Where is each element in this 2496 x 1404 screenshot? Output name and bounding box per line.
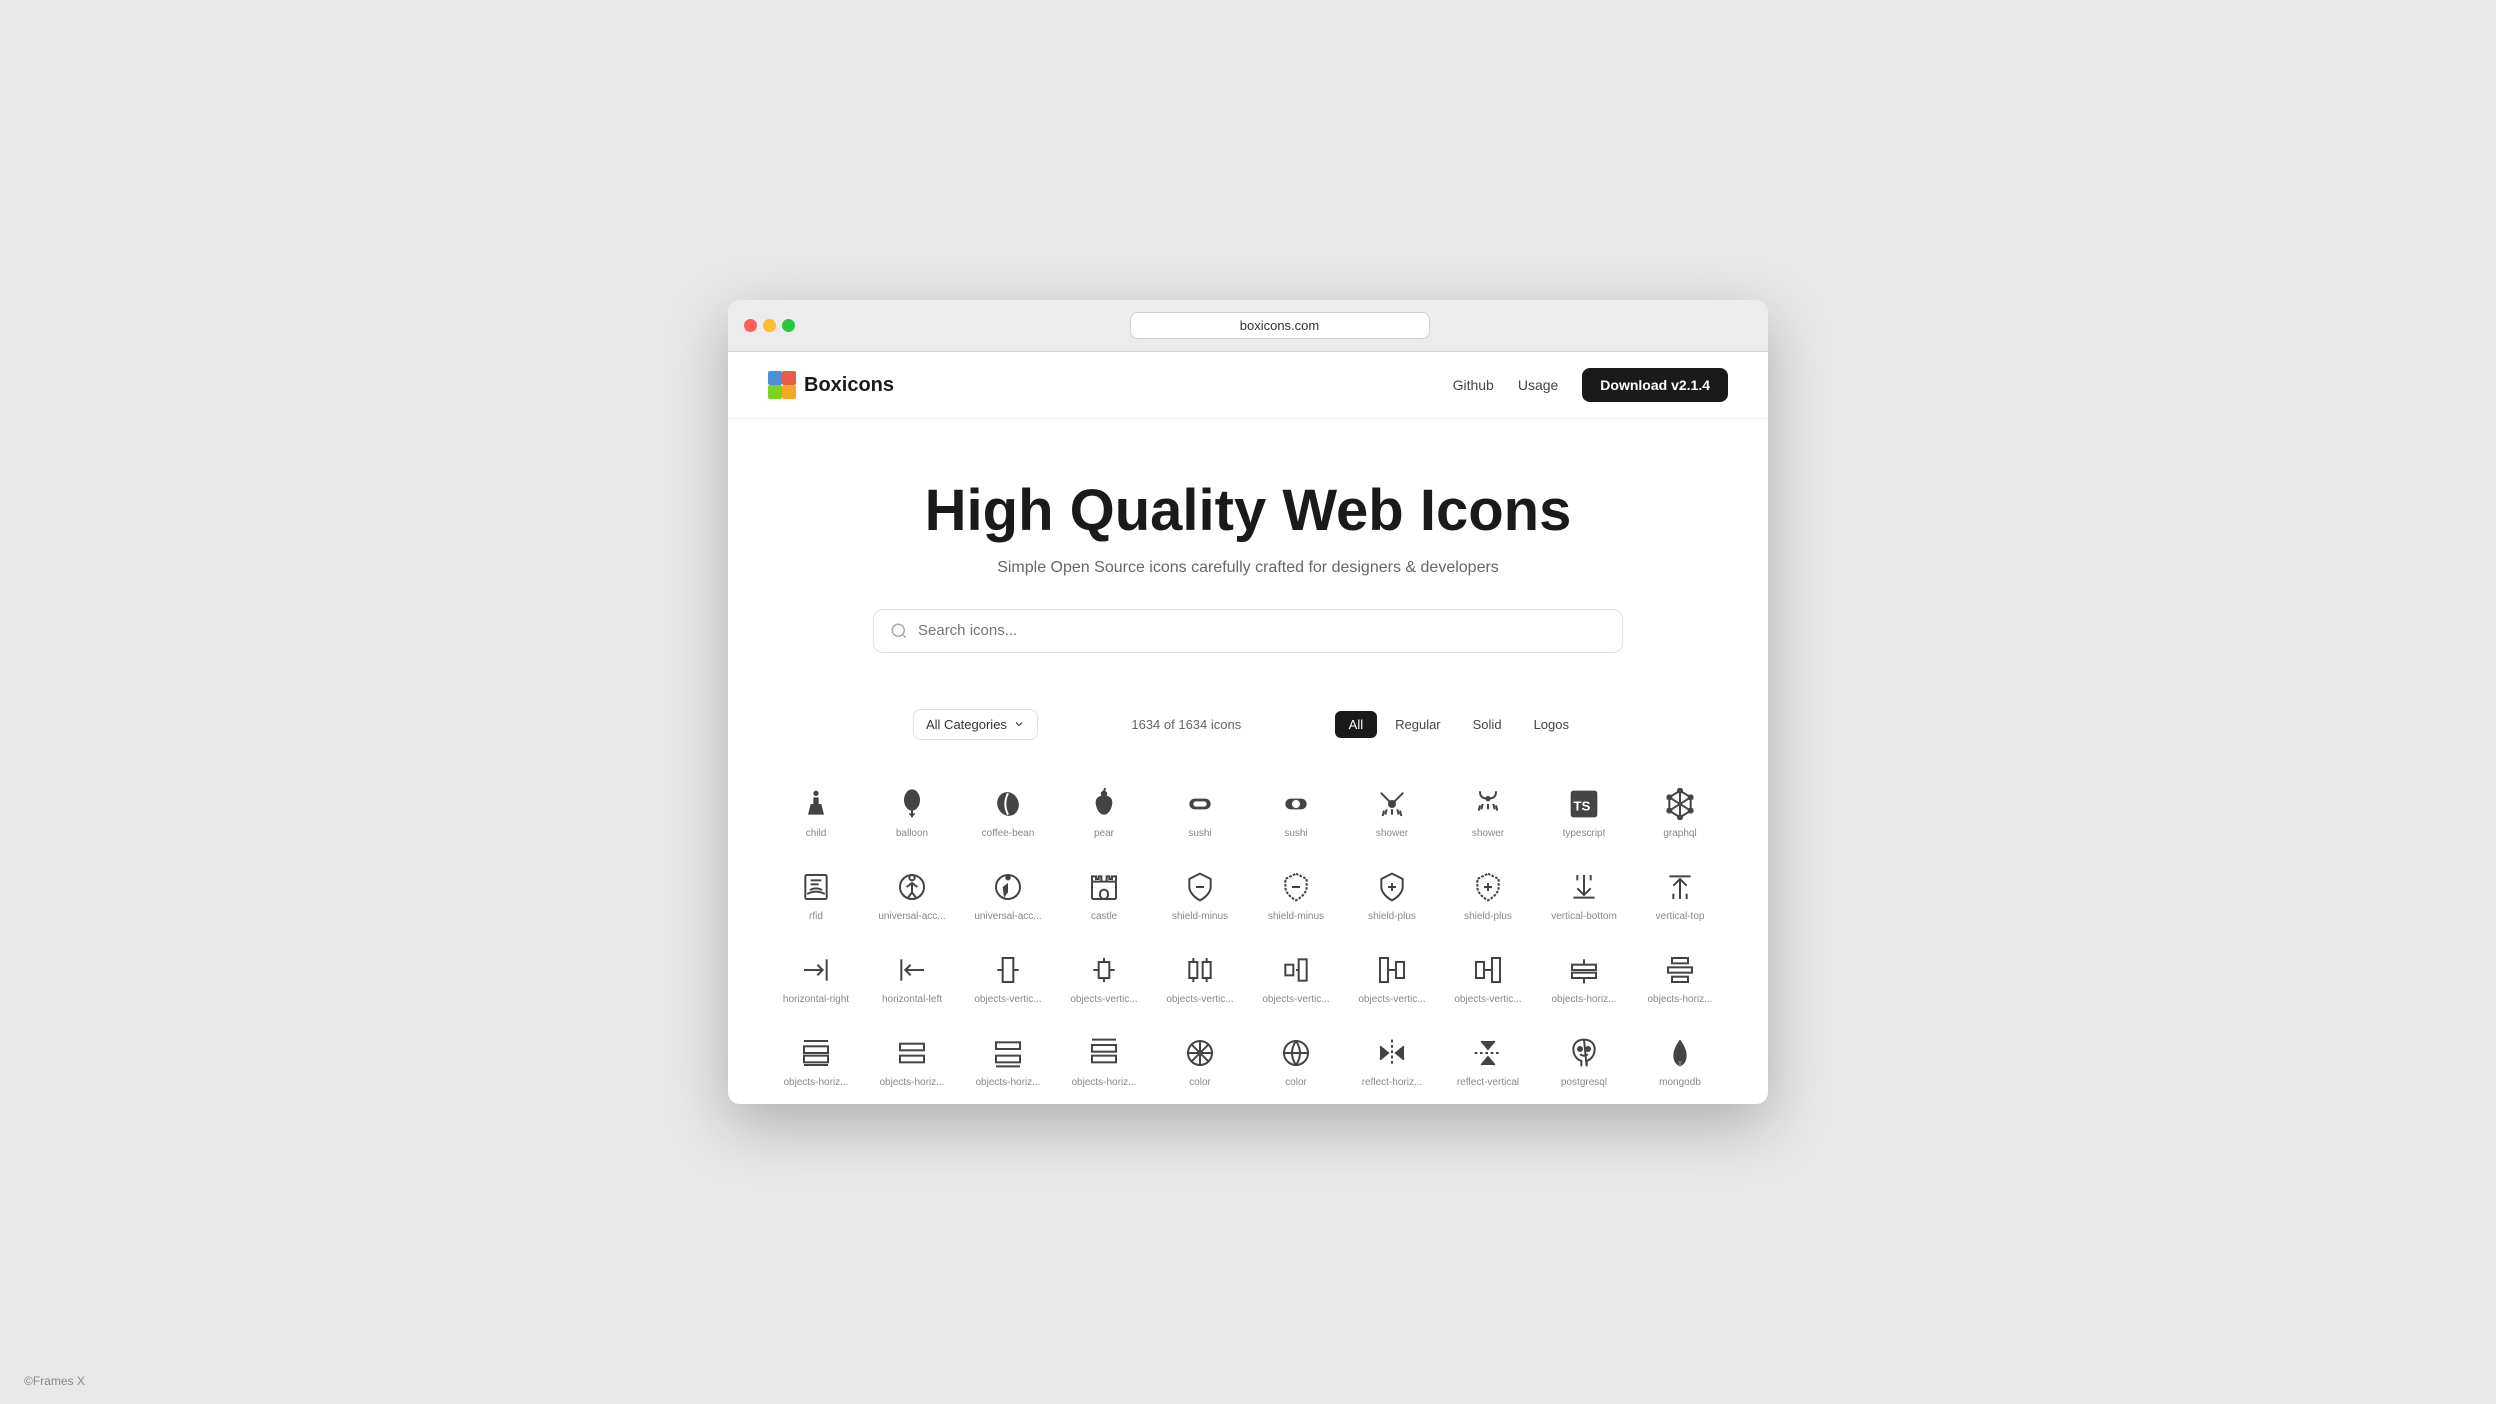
hero-title: High Quality Web Icons [768,479,1728,543]
icon-objects-horiz-3[interactable]: objects-horiz... [768,1021,864,1104]
icon-balloon[interactable]: balloon [864,772,960,855]
browser-chrome: boxicons.com [728,300,1768,352]
traffic-lights [744,319,795,332]
nav-links: Github Usage Download v2.1.4 [1453,368,1728,402]
icon-postgresql[interactable]: postgresql [1536,1021,1632,1104]
icon-shield-plus-1[interactable]: shield-plus [1344,855,1440,938]
hero-subtitle: Simple Open Source icons carefully craft… [768,559,1728,577]
search-icon [890,622,908,640]
tab-regular[interactable]: Regular [1381,711,1455,738]
icon-color-1[interactable]: color [1152,1021,1248,1104]
category-label: All Categories [926,717,1007,732]
category-dropdown[interactable]: All Categories [913,709,1038,740]
filter-tabs: All Regular Solid Logos [1335,711,1583,738]
search-input[interactable] [918,622,1606,639]
icon-shield-plus-2[interactable]: shield-plus [1440,855,1536,938]
logo[interactable]: Boxicons [768,371,894,399]
icon-child[interactable]: child [768,772,864,855]
icon-objects-horiz-4[interactable]: objects-horiz... [864,1021,960,1104]
navbar: Boxicons Github Usage Download v2.1.4 [728,352,1768,419]
icon-objects-vertic-6[interactable]: objects-vertic... [1440,938,1536,1021]
svg-text:TS: TS [1573,799,1590,814]
usage-link[interactable]: Usage [1518,377,1558,393]
icon-shield-minus-1[interactable]: shield-minus [1152,855,1248,938]
icon-vertical-top[interactable]: vertical-top [1632,855,1728,938]
icon-rfid[interactable]: rfid [768,855,864,938]
hero-section: High Quality Web Icons Simple Open Sourc… [728,419,1768,693]
chevron-down-icon [1013,718,1025,730]
icon-typescript[interactable]: TS typescript [1536,772,1632,855]
address-bar: boxicons.com [807,312,1752,339]
icon-objects-vertic-1[interactable]: objects-vertic... [960,938,1056,1021]
icon-objects-horiz-5[interactable]: objects-horiz... [960,1021,1056,1104]
icon-objects-horiz-6[interactable]: objects-horiz... [1056,1021,1152,1104]
maximize-button[interactable] [782,319,795,332]
download-button[interactable]: Download v2.1.4 [1582,368,1728,402]
icon-color-2[interactable]: color [1248,1021,1344,1104]
icon-objects-horiz-2[interactable]: objects-horiz... [1632,938,1728,1021]
icon-universal-acc-1[interactable]: universal-acc... [864,855,960,938]
logo-icon [768,371,796,399]
icon-graphql[interactable]: graphql [1632,772,1728,855]
icon-count: 1634 of 1634 icons [1131,717,1241,732]
icon-objects-horiz-1[interactable]: objects-horiz... [1536,938,1632,1021]
icon-castle[interactable]: castle [1056,855,1152,938]
page-content: Boxicons Github Usage Download v2.1.4 Hi… [728,352,1768,1104]
icon-mongodb[interactable]: mongodb [1632,1021,1728,1104]
minimize-button[interactable] [763,319,776,332]
icon-coffee-bean[interactable]: coffee-bean [960,772,1056,855]
icon-grid: child balloon coffee-bean pear sushi [728,772,1768,1104]
icon-universal-acc-2[interactable]: universal-acc... [960,855,1056,938]
icon-shower-1[interactable]: shower [1344,772,1440,855]
browser-window: boxicons.com Boxicons Github Usage Downl… [728,300,1768,1104]
icon-sushi-2[interactable]: sushi [1248,772,1344,855]
footer-credit: ©Frames X [24,1374,85,1388]
icon-pear[interactable]: pear [1056,772,1152,855]
icon-objects-vertic-2[interactable]: objects-vertic... [1056,938,1152,1021]
filter-bar: All Categories 1634 of 1634 icons All Re… [873,693,1623,756]
github-link[interactable]: Github [1453,377,1494,393]
icon-objects-vertic-3[interactable]: objects-vertic... [1152,938,1248,1021]
tab-all[interactable]: All [1335,711,1377,738]
search-bar [873,609,1623,653]
icon-shower-2[interactable]: shower [1440,772,1536,855]
icon-reflect-horiz[interactable]: reflect-horiz... [1344,1021,1440,1104]
logo-text: Boxicons [804,374,894,397]
url-display[interactable]: boxicons.com [1130,312,1430,339]
icon-reflect-vertical[interactable]: reflect-vertical [1440,1021,1536,1104]
icon-objects-vertic-5[interactable]: objects-vertic... [1344,938,1440,1021]
close-button[interactable] [744,319,757,332]
icon-sushi-1[interactable]: sushi [1152,772,1248,855]
tab-logos[interactable]: Logos [1520,711,1583,738]
icon-objects-vertic-4[interactable]: objects-vertic... [1248,938,1344,1021]
icon-horizontal-right[interactable]: horizontal-right [768,938,864,1021]
icon-shield-minus-2[interactable]: shield-minus [1248,855,1344,938]
icon-horizontal-left[interactable]: horizontal-left [864,938,960,1021]
icon-vertical-bottom[interactable]: vertical-bottom [1536,855,1632,938]
tab-solid[interactable]: Solid [1459,711,1516,738]
